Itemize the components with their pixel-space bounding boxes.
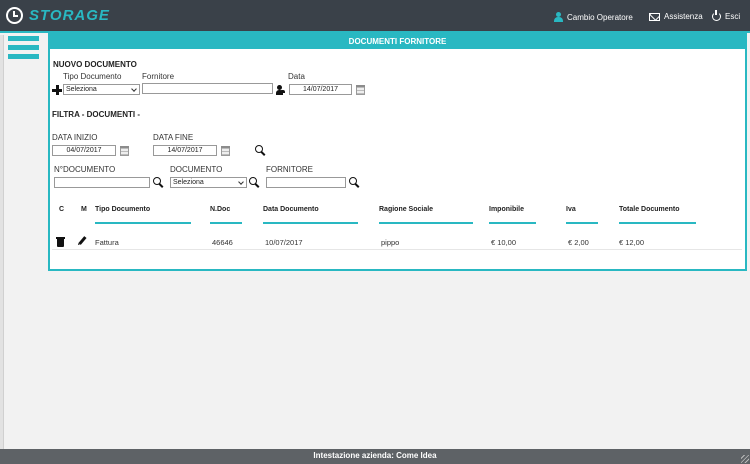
app-brand: STORAGE (29, 7, 110, 24)
help-link[interactable]: Assistenza (649, 12, 703, 21)
app-logo[interactable]: STORAGE (6, 7, 110, 24)
data-fine-input[interactable]: 14/07/2017 (153, 145, 217, 156)
calendar-icon[interactable] (356, 85, 365, 95)
footer: Intestazione azienda: Come Idea (0, 449, 750, 464)
data-label: Data (288, 72, 305, 81)
filter-title: FILTRA - DOCUMENTI - (52, 110, 140, 119)
table-cell-tipo: Fattura (95, 238, 119, 247)
new-document-title: NUOVO DOCUMENTO (53, 60, 137, 69)
row-divider (52, 249, 742, 250)
power-icon (712, 10, 721, 21)
col-underline (95, 222, 191, 224)
calendar-icon[interactable] (120, 146, 129, 156)
col-header-imponibile: Imponibile (489, 206, 524, 213)
search-icon[interactable] (249, 177, 260, 188)
change-operator-label: Cambio Operatore (567, 12, 633, 22)
data-input[interactable]: 14/07/2017 (289, 84, 352, 95)
help-label: Assistenza (664, 12, 703, 21)
col-header-c: C (59, 206, 65, 213)
delete-icon[interactable] (56, 237, 65, 247)
col-header-ndoc: N.Doc (210, 206, 231, 213)
fornitore-input[interactable] (142, 83, 273, 94)
col-underline (619, 222, 696, 224)
resize-grip-icon[interactable] (741, 455, 749, 463)
col-underline (489, 222, 536, 224)
col-header-m: M (81, 206, 87, 213)
table-cell-ragione: pippo (381, 238, 400, 247)
col-underline (263, 222, 358, 224)
search-icon[interactable] (255, 145, 266, 156)
exit-label: Esci (725, 12, 741, 21)
change-operator-link[interactable]: Cambio Operatore (554, 12, 633, 22)
exit-link[interactable]: Esci (712, 10, 741, 21)
panel-title: DOCUMENTI FORNITORE (50, 35, 745, 49)
data-inizio-input[interactable]: 04/07/2017 (52, 145, 116, 156)
company-header-text: Intestazione azienda: Come Idea (313, 451, 437, 460)
fornitore-filter-label: FORNITORE (266, 165, 313, 174)
table-cell-iva: € 2,00 (568, 238, 589, 247)
clock-icon (6, 7, 23, 24)
mail-icon (649, 12, 660, 21)
add-supplier-icon[interactable] (276, 85, 287, 95)
col-header-iva: Iva (566, 206, 576, 213)
add-document-icon[interactable] (52, 85, 62, 95)
table-cell-totale: € 12,00 (619, 238, 645, 247)
menu-icon[interactable] (8, 36, 39, 60)
data-inizio-label: DATA INIZIO (52, 133, 98, 142)
col-header-ragione: Ragione Sociale (379, 206, 434, 213)
top-bar: STORAGE Cambio Operatore Assistenza Esci (0, 0, 750, 33)
ndoc-input[interactable] (54, 177, 150, 188)
user-icon (554, 12, 563, 22)
col-underline (566, 222, 598, 224)
col-underline (379, 222, 473, 224)
left-rail (0, 35, 4, 449)
fornitore-filter-input[interactable] (266, 177, 346, 188)
documento-select[interactable]: Seleziona (170, 177, 247, 188)
data-fine-label: DATA FINE (153, 133, 194, 142)
ndoc-label: N°DOCUMENTO (54, 165, 116, 174)
documento-label: DOCUMENTO (170, 165, 223, 174)
search-icon[interactable] (153, 177, 164, 188)
fornitore-label: Fornitore (142, 72, 175, 81)
tipo-documento-select[interactable]: Seleziona (63, 84, 140, 95)
tipo-documento-label: Tipo Documento (63, 72, 122, 81)
col-header-totale: Totale Documento (619, 206, 680, 213)
col-underline (210, 222, 242, 224)
col-header-tipo: Tipo Documento (95, 206, 151, 213)
calendar-icon[interactable] (221, 146, 230, 156)
table-cell-data: 10/07/2017 (265, 238, 303, 247)
search-icon[interactable] (349, 177, 360, 188)
col-header-data: Data Documento (263, 206, 319, 213)
table-cell-imponibile: € 10,00 (491, 238, 517, 247)
table-cell-ndoc: 46646 (212, 238, 233, 247)
